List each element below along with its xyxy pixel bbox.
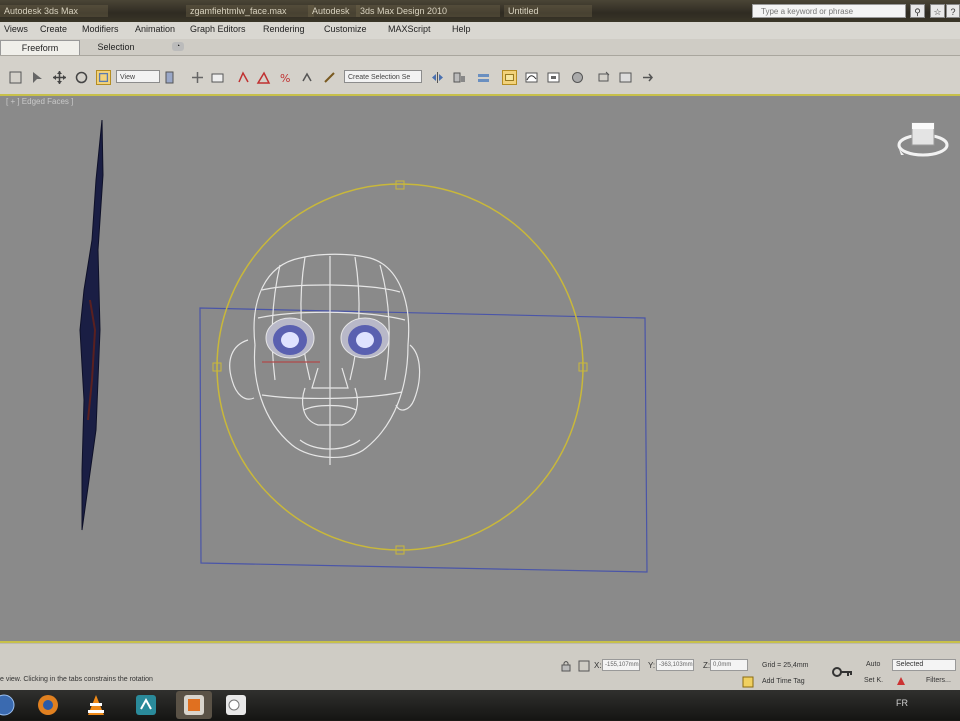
schematic-view-icon[interactable] xyxy=(546,70,561,85)
spinner-snap-icon[interactable] xyxy=(300,70,315,85)
key-filters-button[interactable]: Filters... xyxy=(926,677,951,684)
menu-graph-editors[interactable]: Graph Editors xyxy=(190,24,246,34)
percent-snap-icon[interactable]: % xyxy=(278,70,293,85)
main-toolbar: View % Create Selection Se xyxy=(0,56,960,96)
status-bar: e view. Clicking in the tabs constrains … xyxy=(0,643,960,691)
head-wireframe xyxy=(229,253,421,465)
lock-selection-icon[interactable] xyxy=(560,660,572,672)
rotate-gizmo xyxy=(216,183,584,551)
x-label: X: xyxy=(594,661,602,670)
key-mode-icon[interactable] xyxy=(896,676,906,686)
move-icon[interactable] xyxy=(52,70,67,85)
x-coordinate-field[interactable]: -155,107mm xyxy=(602,659,640,671)
binoculars-icon[interactable]: ⚲ xyxy=(910,4,925,18)
rendered-frame-window-icon[interactable] xyxy=(618,70,633,85)
curve-editor-icon[interactable] xyxy=(524,70,539,85)
right-eye xyxy=(340,317,390,359)
viewport-perspective[interactable]: [ + ] Edged Faces ] xyxy=(0,96,960,641)
ribbon-toggle-button[interactable]: ◔ xyxy=(172,42,184,51)
reference-coordinate-dropdown[interactable]: View xyxy=(116,70,160,83)
vlc-icon[interactable] xyxy=(78,691,114,719)
select-manipulate-icon[interactable] xyxy=(190,70,205,85)
start-icon[interactable] xyxy=(0,691,20,719)
plane-object xyxy=(79,119,104,531)
time-tag-icon[interactable] xyxy=(742,676,754,688)
menu-views[interactable]: Views xyxy=(4,24,28,34)
svg-text:%: % xyxy=(280,72,290,85)
menu-animation[interactable]: Animation xyxy=(135,24,175,34)
y-coordinate-field[interactable]: -363,103mm xyxy=(656,659,694,671)
mirror-icon[interactable] xyxy=(430,70,445,85)
render-setup-icon[interactable] xyxy=(596,70,611,85)
app-icon[interactable] xyxy=(128,691,164,719)
rotate-icon[interactable] xyxy=(74,70,89,85)
viewcube[interactable] xyxy=(895,115,951,163)
menu-help[interactable]: Help xyxy=(452,24,471,34)
tab-selection[interactable]: Selection xyxy=(82,40,150,54)
y-label: Y: xyxy=(648,661,656,670)
tab-freeform[interactable]: Freeform xyxy=(0,40,80,55)
pivot-center-icon[interactable] xyxy=(164,70,179,85)
firefox-icon[interactable] xyxy=(30,691,66,719)
select-by-name-icon[interactable] xyxy=(30,70,45,85)
star-icon[interactable]: ☆ xyxy=(930,4,945,18)
help-icon[interactable]: ? xyxy=(946,4,960,18)
search-input[interactable]: Type a keyword or phrase xyxy=(752,4,906,18)
graphite-tools-icon[interactable] xyxy=(502,70,517,85)
set-key-icon[interactable] xyxy=(832,666,854,678)
key-filter-dropdown[interactable]: Selected xyxy=(892,659,956,671)
z-coordinate-field[interactable]: 0,0mm xyxy=(710,659,748,671)
add-time-tag-button[interactable]: Add Time Tag xyxy=(762,678,805,685)
selection-bounding-box xyxy=(199,307,648,573)
left-eye xyxy=(265,317,315,359)
keyboard-shortcut-icon[interactable] xyxy=(210,70,225,85)
title-segment: Autodesk 3ds Max xyxy=(0,5,108,17)
title-segment: zgamfiehtmlw_face.max xyxy=(186,5,314,17)
set-key-button[interactable]: Set K. xyxy=(864,677,883,684)
menu-rendering[interactable]: Rendering xyxy=(263,24,305,34)
edit-named-selection-icon[interactable] xyxy=(322,70,337,85)
angle-snap-icon[interactable] xyxy=(256,70,271,85)
language-indicator[interactable]: FR xyxy=(896,698,908,708)
auto-key-button[interactable]: Auto xyxy=(866,661,880,668)
grid-size-readout: Grid = 25,4mm xyxy=(762,662,809,669)
menu-create[interactable]: Create xyxy=(40,24,67,34)
menu-modifiers[interactable]: Modifiers xyxy=(82,24,119,34)
title-bar: Autodesk 3ds Max zgamfiehtmlw_face.max A… xyxy=(0,0,960,22)
prompt-line: e view. Clicking in the tabs constrains … xyxy=(0,676,153,683)
named-selection-dropdown[interactable]: Create Selection Se xyxy=(344,70,422,83)
paint-icon[interactable] xyxy=(218,691,254,719)
title-segment: Autodesk xyxy=(308,5,360,17)
scale-icon[interactable] xyxy=(96,70,111,85)
menu-bar: Views Create Modifiers Animation Graph E… xyxy=(0,22,960,40)
taskbar: FR xyxy=(0,690,960,720)
menu-customize[interactable]: Customize xyxy=(324,24,367,34)
title-segment: Untitled xyxy=(504,5,592,17)
absolute-mode-icon[interactable] xyxy=(578,660,590,672)
viewport-canvas xyxy=(79,119,648,573)
layer-manager-icon[interactable] xyxy=(476,70,491,85)
ribbon-tabs: Freeform Selection ◔ xyxy=(0,39,960,56)
title-segment: 3ds Max Design 2010 xyxy=(356,5,500,17)
select-object-icon[interactable] xyxy=(8,70,23,85)
align-icon[interactable] xyxy=(452,70,467,85)
render-production-icon[interactable] xyxy=(640,70,655,85)
material-editor-icon[interactable] xyxy=(570,70,585,85)
3dsmax-taskbar-icon[interactable] xyxy=(176,691,212,719)
menu-maxscript[interactable]: MAXScript xyxy=(388,24,431,34)
snap-toggle-icon[interactable] xyxy=(236,70,251,85)
